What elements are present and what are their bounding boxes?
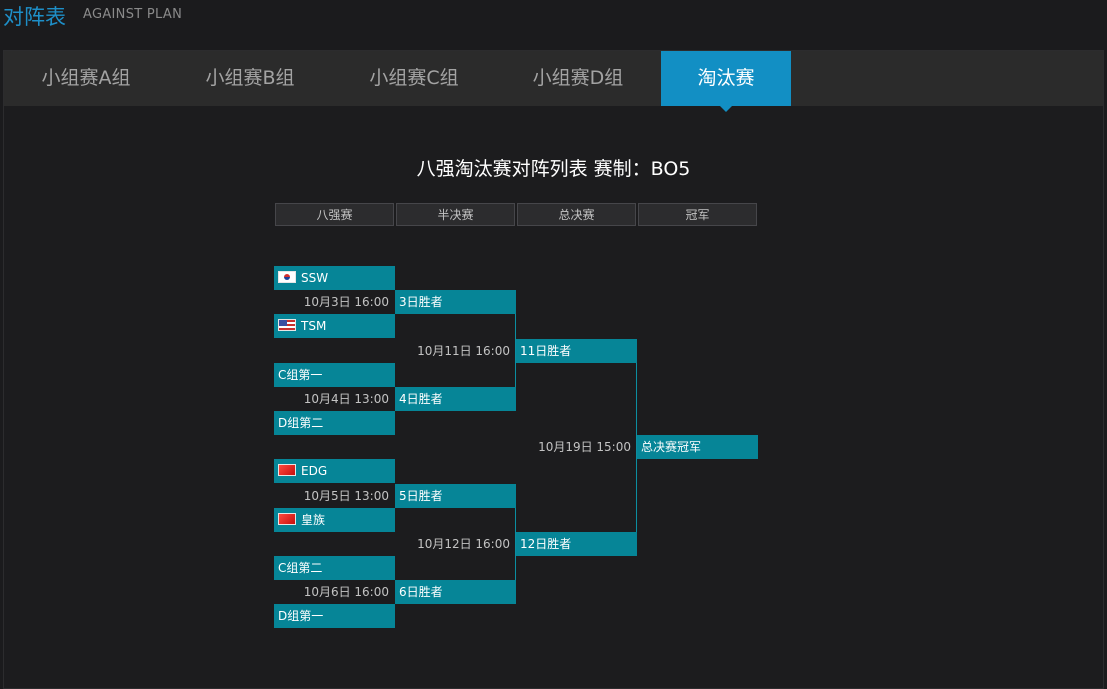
match-time: 10月3日 16:00 (303, 295, 389, 309)
team-slot[interactable]: D组第一 (274, 604, 395, 628)
team-name: SSW (301, 271, 329, 285)
match-time: 10月5日 13:00 (303, 489, 389, 503)
winner-slot[interactable]: 11日胜者 (516, 339, 637, 363)
tab-bar: 小组赛A组 小组赛B组 小组赛C组 小组赛D组 淘汰赛 (4, 51, 1103, 106)
winner-slot[interactable]: 6日胜者 (395, 580, 516, 604)
team-name: C组第二 (278, 561, 323, 575)
team-name: 皇族 (301, 513, 326, 527)
winner-slot[interactable]: 3日胜者 (395, 290, 516, 314)
china-flag-icon (278, 513, 296, 525)
team-name: C组第一 (278, 368, 323, 382)
champion-slot[interactable]: 总决赛冠军 (637, 435, 758, 459)
team-slot[interactable]: 皇族 (274, 508, 395, 532)
round-header-final: 总决赛 (517, 203, 636, 226)
page-subtitle: AGAINST PLAN (83, 7, 183, 22)
round-header-quarterfinal: 八强赛 (275, 203, 394, 226)
winner-slot[interactable]: 12日胜者 (516, 532, 637, 556)
match-time: 10月11日 16:00 (417, 344, 510, 358)
match-time: 10月12日 16:00 (417, 537, 510, 551)
tab-group-a[interactable]: 小组赛A组 (4, 51, 168, 106)
tab-knockout[interactable]: 淘汰赛 (661, 51, 791, 106)
active-tab-indicator (720, 106, 732, 112)
match-time: 10月4日 13:00 (303, 392, 389, 406)
tab-group-b[interactable]: 小组赛B组 (168, 51, 332, 106)
team-slot[interactable]: C组第一 (274, 363, 395, 387)
team-name: D组第二 (278, 416, 324, 430)
china-flag-icon (278, 464, 296, 476)
korea-flag-icon (278, 271, 296, 283)
round-header-champion: 冠军 (638, 203, 757, 226)
usa-flag-icon (278, 319, 296, 331)
tab-group-d[interactable]: 小组赛D组 (496, 51, 660, 106)
match-time: 10月6日 16:00 (303, 585, 389, 599)
team-slot[interactable]: D组第二 (274, 411, 395, 435)
page-title: 对阵表 (3, 5, 66, 29)
schedule-panel: 小组赛A组 小组赛B组 小组赛C组 小组赛D组 淘汰赛 (3, 50, 1104, 689)
bracket-title: 八强淘汰赛对阵列表 赛制：BO5 (416, 158, 691, 180)
round-header-semifinal: 半决赛 (396, 203, 515, 226)
winner-slot[interactable]: 4日胜者 (395, 387, 516, 411)
team-slot[interactable]: TSM (274, 314, 395, 338)
team-slot[interactable]: C组第二 (274, 556, 395, 580)
team-name: EDG (301, 464, 328, 478)
team-name: D组第一 (278, 609, 324, 623)
team-slot[interactable]: EDG (274, 459, 395, 483)
team-slot[interactable]: SSW (274, 266, 395, 290)
match-time: 10月19日 15:00 (538, 440, 631, 454)
tab-group-c[interactable]: 小组赛C组 (332, 51, 496, 106)
winner-slot[interactable]: 5日胜者 (395, 484, 516, 508)
team-name: TSM (301, 319, 327, 333)
